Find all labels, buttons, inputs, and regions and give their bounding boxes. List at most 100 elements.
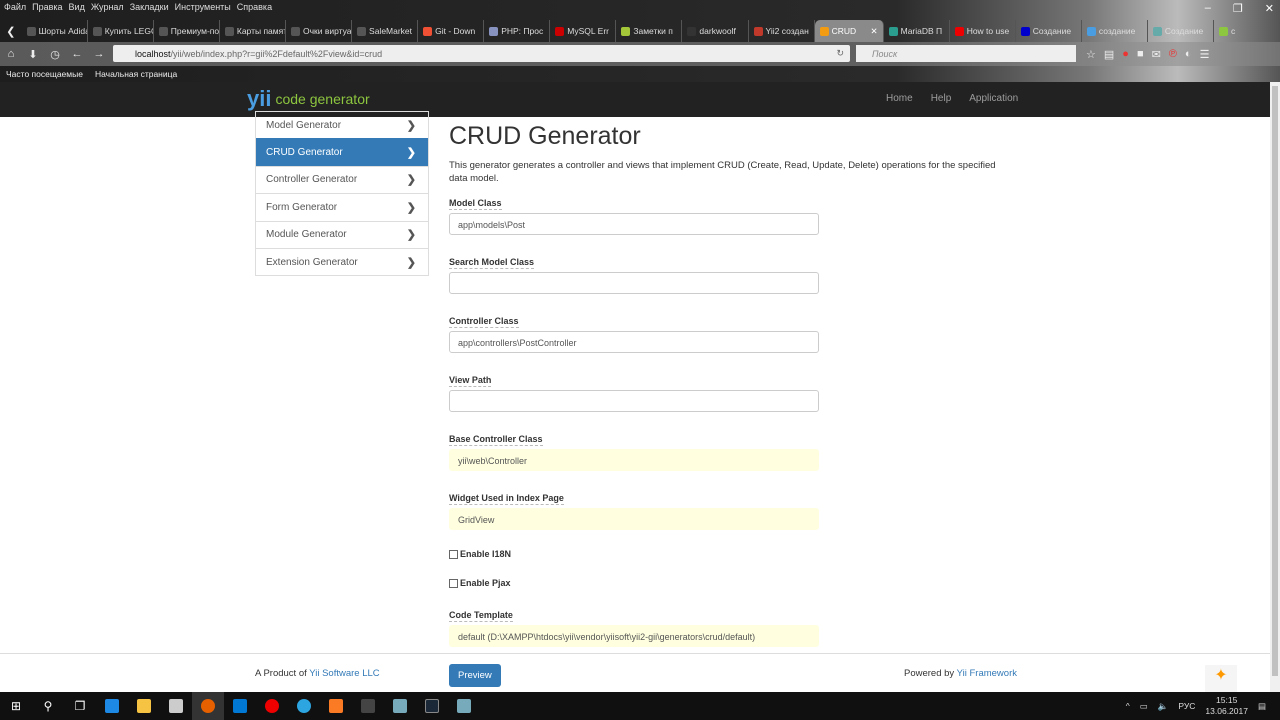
reload-icon[interactable]: ↻ — [836, 48, 844, 59]
hamburger-menu-icon[interactable]: ☰ — [1200, 48, 1210, 61]
yii-framework-link[interactable]: Yii Framework — [957, 668, 1017, 679]
browser-tab[interactable]: Git - Down — [418, 20, 485, 42]
app-icon[interactable] — [384, 692, 416, 720]
browser-tab[interactable]: с — [1214, 20, 1280, 42]
start-icon[interactable]: ⊞ — [0, 692, 32, 720]
restore-button[interactable]: ❐ — [1233, 2, 1243, 15]
history-icon[interactable]: ◷ — [44, 48, 66, 61]
browser-tab[interactable]: Yii2 создан — [749, 20, 815, 42]
xampp-icon[interactable] — [320, 692, 352, 720]
browser-tab[interactable]: MySQL Err — [550, 20, 617, 42]
browser-tab[interactable]: How to use — [950, 20, 1016, 42]
vscode-icon[interactable] — [224, 692, 256, 720]
browser-tab[interactable]: Шорты Adidas — [22, 20, 88, 42]
checkbox[interactable] — [449, 578, 458, 588]
tabs-scroll-left-icon[interactable]: ❮ — [0, 25, 22, 38]
browser-tab[interactable]: создание — [1082, 20, 1148, 42]
task-view-icon[interactable]: ❐ — [64, 692, 96, 720]
reader-icon[interactable]: ▤ — [1104, 48, 1114, 61]
nav-help[interactable]: Help — [931, 93, 952, 104]
menu-edit[interactable]: Правка — [32, 2, 62, 12]
browser-tab[interactable]: CRUD ✕ — [814, 20, 884, 42]
yii-debug-toolbar-icon[interactable]: ✦ — [1205, 665, 1237, 692]
field-input[interactable]: yii\web\Controller — [449, 449, 819, 471]
forward-icon[interactable]: → — [88, 48, 110, 60]
tab-favicon-icon — [224, 26, 234, 36]
menu-view[interactable]: Вид — [69, 2, 85, 12]
close-tab-icon[interactable]: ✕ — [870, 26, 877, 37]
field-input[interactable]: app\controllers\PostController — [449, 331, 819, 353]
search-taskbar-icon[interactable]: ⚲ — [32, 692, 64, 720]
browser-tab[interactable]: Купить LEGO — [88, 20, 154, 42]
browser-tab[interactable]: Премиум-под — [154, 20, 220, 42]
adblock-icon[interactable]: ● — [1122, 48, 1129, 61]
volume-icon[interactable]: 🔈 — [1158, 701, 1169, 712]
app2-icon[interactable] — [448, 692, 480, 720]
menu-bookmarks[interactable]: Закладки — [130, 2, 169, 12]
browser-tab[interactable]: Заметки п — [616, 20, 683, 42]
menu-file[interactable]: Файл — [4, 2, 26, 12]
bookmark-most-visited[interactable]: Часто посещаемые — [6, 69, 83, 79]
bookmark-star-icon[interactable]: ☆ — [1086, 48, 1096, 61]
tray-expand-icon[interactable]: ^ — [1126, 701, 1130, 711]
browser-tab[interactable]: darkwoolf — [682, 20, 749, 42]
telegram-icon[interactable] — [288, 692, 320, 720]
browser-tab[interactable]: Карты памяти — [220, 20, 286, 42]
pinterest-icon[interactable]: ℗ — [1169, 48, 1177, 61]
code-template-select[interactable]: default (D:\XAMPP\htdocs\yii\vendor\yiis… — [449, 625, 819, 647]
url-path: /yii/web/index.php?r=gii%2Fdefault%2Fvie… — [170, 48, 383, 59]
browser-tab[interactable]: PHP: Проc — [484, 20, 551, 42]
yii-logo[interactable]: yii code generator — [247, 86, 370, 112]
explorer-icon[interactable] — [128, 692, 160, 720]
page-scrollbar[interactable] — [1270, 82, 1280, 692]
language-indicator[interactable]: РУС — [1178, 701, 1195, 711]
tab-favicon-icon — [819, 26, 829, 36]
sidebar-item[interactable]: Extension Generator ❯ — [256, 247, 428, 275]
notification-extension-icon[interactable]: ✉ — [1152, 48, 1161, 61]
edge-icon[interactable] — [96, 692, 128, 720]
extension-icon[interactable]: ■ — [1137, 48, 1144, 61]
bookmark-start-page[interactable]: Начальная страница — [95, 69, 177, 79]
store-icon[interactable] — [160, 692, 192, 720]
browser-tab[interactable]: Создание — [1148, 20, 1214, 42]
search-input[interactable]: Поиск — [856, 45, 1076, 62]
menu-tools[interactable]: Инструменты — [175, 2, 231, 12]
scrollbar-thumb[interactable] — [1272, 86, 1278, 676]
sync-icon[interactable]: ◐ — [1185, 48, 1192, 61]
nav-home[interactable]: Home — [886, 93, 913, 104]
checkbox-label[interactable]: Enable Pjax — [460, 578, 511, 588]
sidebar-item[interactable]: Module Generator ❯ — [256, 220, 428, 248]
browser-tab[interactable]: Создание — [1016, 20, 1082, 42]
network-icon[interactable]: ▭ — [1140, 701, 1148, 712]
tab-label: How to use — [966, 26, 1010, 36]
field-input[interactable]: GridView — [449, 508, 819, 530]
minimize-button[interactable]: – — [1205, 2, 1211, 15]
checkbox-label[interactable]: Enable I18N — [460, 549, 511, 559]
field-input[interactable] — [449, 390, 819, 412]
field-input[interactable] — [449, 272, 819, 294]
yii-software-link[interactable]: Yii Software LLC — [309, 668, 379, 679]
nav-application[interactable]: Application — [969, 93, 1018, 104]
steam-icon[interactable] — [416, 692, 448, 720]
home-icon[interactable]: ⌂ — [0, 48, 22, 60]
menu-help[interactable]: Справка — [237, 2, 272, 12]
action-center-icon[interactable]: ▤ — [1258, 701, 1266, 712]
sidebar-item[interactable]: CRUD Generator ❯ — [256, 138, 428, 166]
sidebar-item[interactable]: Model Generator ❯ — [256, 111, 428, 138]
terminal-icon[interactable] — [352, 692, 384, 720]
browser-tab[interactable]: Очки виртуал — [286, 20, 353, 42]
browser-tab[interactable]: MariaDB П — [884, 20, 950, 42]
checkbox[interactable] — [449, 549, 458, 559]
field-input[interactable]: app\models\Post — [449, 213, 819, 235]
url-bar[interactable]: localhost/yii/web/index.php?r=gii%2Fdefa… — [113, 45, 850, 62]
yandex-icon[interactable] — [256, 692, 288, 720]
download-icon[interactable]: ⬇ — [22, 48, 44, 61]
firefox-icon[interactable] — [192, 692, 224, 720]
back-icon[interactable]: ← — [66, 48, 88, 60]
clock[interactable]: 15:15 13.06.2017 — [1205, 695, 1248, 717]
sidebar-item[interactable]: Form Generator ❯ — [256, 193, 428, 220]
browser-tab[interactable]: SaleMarket — [352, 20, 419, 42]
menu-history[interactable]: Журнал — [91, 2, 124, 12]
close-window-button[interactable]: ✕ — [1265, 2, 1274, 15]
sidebar-item[interactable]: Controller Generator ❯ — [256, 165, 428, 193]
